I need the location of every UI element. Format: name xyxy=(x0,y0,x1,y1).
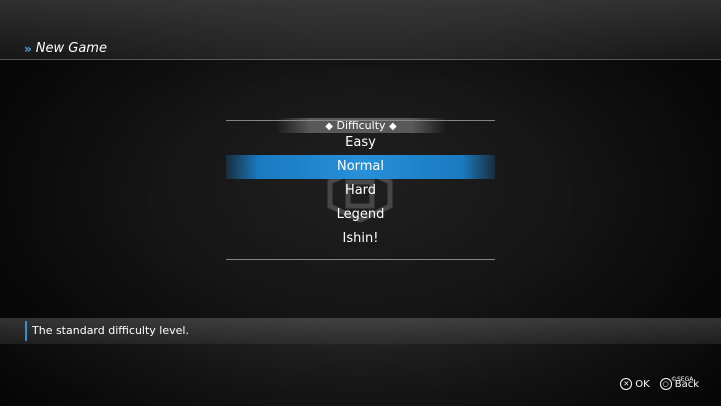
ok-button[interactable]: ✕ OK xyxy=(620,378,650,390)
button-hints: ✕ OK ○ Back xyxy=(620,378,699,390)
menu-item-normal[interactable]: Normal xyxy=(226,155,495,179)
back-button[interactable]: ○ Back xyxy=(659,378,699,390)
screen-title-text: New Game xyxy=(35,41,107,56)
menu-item-hard[interactable]: Hard xyxy=(226,179,495,203)
ok-label: OK xyxy=(635,378,650,390)
menu-list: Easy Normal Hard Legend Ishin! xyxy=(226,131,495,251)
description-accent xyxy=(25,321,27,341)
screen-title: » New Game xyxy=(24,41,107,56)
circle-button-icon: ○ xyxy=(659,378,672,390)
double-chevron-icon: » xyxy=(24,41,32,56)
menu-divider-bottom xyxy=(226,259,495,260)
header-bar xyxy=(0,0,721,60)
menu-item-legend[interactable]: Legend xyxy=(226,203,495,227)
cross-button-icon: ✕ xyxy=(620,378,633,390)
description-text: The standard difficulty level. xyxy=(32,324,189,337)
menu-item-ishin[interactable]: Ishin! xyxy=(226,227,495,251)
difficulty-menu: ◆ Difficulty ◆ Easy Normal Hard Legend I… xyxy=(226,118,495,260)
menu-item-easy[interactable]: Easy xyxy=(226,131,495,155)
back-label: Back xyxy=(674,378,699,390)
